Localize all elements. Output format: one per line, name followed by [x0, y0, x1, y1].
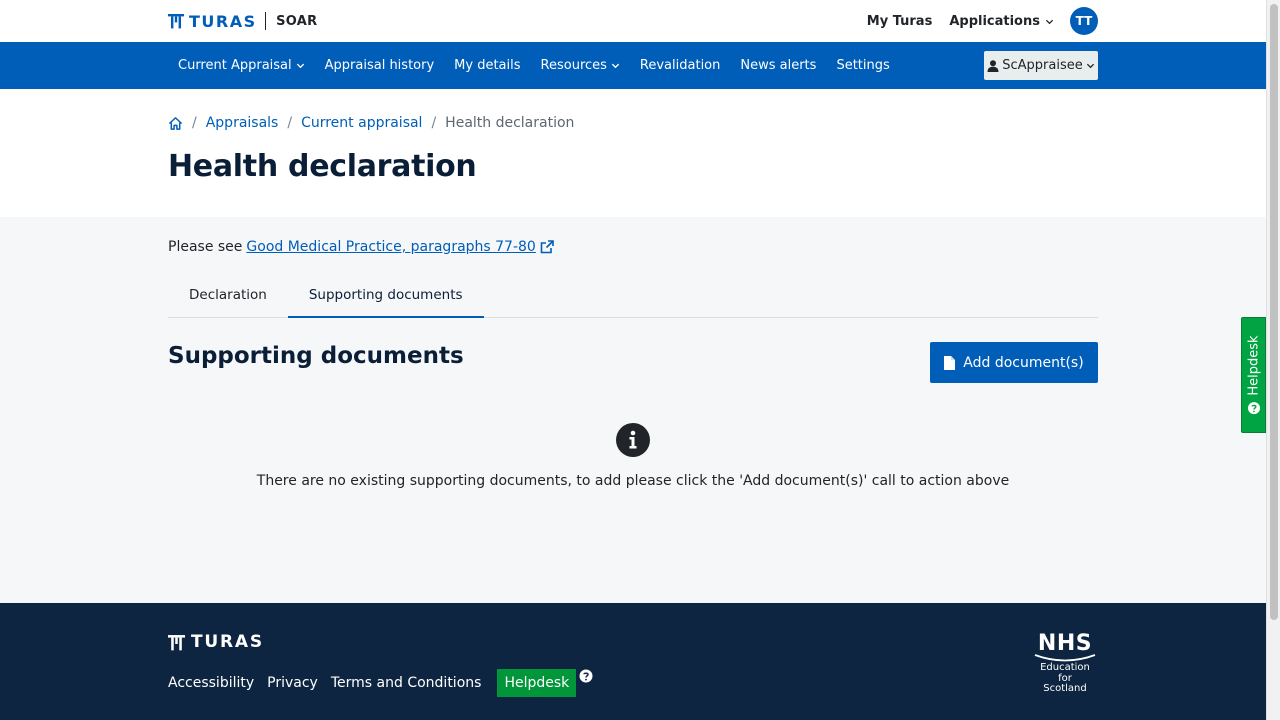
- nhs-subtitle-line: Scotland: [1043, 683, 1087, 694]
- turas-mark-icon: [168, 14, 184, 29]
- applications-menu[interactable]: Applications: [949, 14, 1054, 29]
- main-content: Please see Good Medical Practice, paragr…: [0, 217, 1266, 603]
- nhs-education-scotland-logo: NHS Education for Scotland: [1032, 632, 1098, 695]
- home-icon[interactable]: [168, 116, 183, 131]
- page-title: Health declaration: [168, 149, 477, 184]
- empty-state-message: There are no existing supporting documen…: [256, 473, 1010, 489]
- footer-links: Accessibility Privacy Terms and Conditio…: [168, 669, 593, 697]
- product-name: SOAR: [276, 13, 318, 29]
- add-documents-button[interactable]: Add document(s): [930, 342, 1098, 383]
- nav-item-label: Settings: [836, 58, 890, 73]
- page-header: / Appraisals / Current appraisal / Healt…: [0, 89, 1266, 217]
- tab-bar: Declaration Supporting documents: [168, 277, 1098, 318]
- info-icon: [616, 423, 650, 457]
- breadcrumb-separator: /: [192, 115, 197, 131]
- top-links: My Turas Applications TT: [850, 7, 1098, 35]
- footer-link-accessibility[interactable]: Accessibility: [168, 675, 254, 691]
- breadcrumb: / Appraisals / Current appraisal / Healt…: [168, 115, 574, 131]
- chevron-down-icon: [1045, 19, 1054, 24]
- nav-item-label: Appraisal history: [324, 58, 435, 73]
- page-scrollbar[interactable]: [1266, 0, 1280, 720]
- footer-helpdesk-button[interactable]: Helpdesk: [497, 669, 577, 697]
- breadcrumb-appraisals[interactable]: Appraisals: [206, 115, 279, 131]
- nav-item-label: Current Appraisal: [178, 58, 292, 73]
- logo-divider: [264, 12, 267, 30]
- turas-mark-icon: [168, 634, 185, 650]
- footer-link-terms[interactable]: Terms and Conditions: [331, 675, 482, 691]
- my-turas-label: My Turas: [866, 13, 933, 29]
- breadcrumb-separator: /: [287, 115, 293, 131]
- chevron-down-icon: [611, 63, 620, 69]
- nav-item-label: Revalidation: [639, 58, 721, 73]
- add-documents-label: Add document(s): [963, 354, 1084, 371]
- guidance-line: Please see Good Medical Practice, paragr…: [168, 239, 554, 255]
- footer-brand-name: TURAS: [191, 632, 264, 652]
- user-menu-button[interactable]: ScAppraisee: [984, 51, 1098, 80]
- applications-label: Applications: [949, 13, 1040, 29]
- chevron-down-icon: [296, 63, 304, 69]
- breadcrumb-current: Health declaration: [445, 115, 575, 131]
- main-nav: Current Appraisal Appraisal history My d…: [0, 42, 1266, 89]
- tab-declaration[interactable]: Declaration: [168, 277, 288, 318]
- footer-turas-logo[interactable]: TURAS: [168, 632, 264, 652]
- nav-item-settings[interactable]: Settings: [836, 58, 889, 73]
- brand-name: TURAS: [189, 11, 257, 31]
- turas-logo[interactable]: TURAS SOAR: [168, 11, 317, 31]
- chevron-down-icon: [1086, 63, 1094, 69]
- good-medical-practice-link[interactable]: Good Medical Practice, paragraphs 77-80: [246, 239, 554, 255]
- breadcrumb-current-appraisal[interactable]: Current appraisal: [301, 115, 422, 131]
- breadcrumb-separator: /: [431, 115, 437, 131]
- nav-item-label: My details: [454, 58, 521, 73]
- external-link-icon: [540, 240, 554, 254]
- tab-supporting-documents[interactable]: Supporting documents: [287, 277, 484, 318]
- guidance-link-label: Good Medical Practice, paragraphs 77-80: [246, 239, 536, 255]
- question-icon: [579, 669, 593, 683]
- user-menu-label: ScAppraisee: [1002, 58, 1083, 73]
- scrollbar-thumb[interactable]: [1270, 4, 1278, 620]
- nav-item-appraisal-history[interactable]: Appraisal history: [325, 58, 435, 73]
- nav-item-label: News alerts: [740, 58, 817, 73]
- helpdesk-side-tab[interactable]: Helpdesk: [1241, 317, 1266, 433]
- file-icon: [944, 355, 956, 370]
- nav-item-revalidation[interactable]: Revalidation: [640, 58, 720, 73]
- my-turas-link[interactable]: My Turas: [867, 14, 933, 29]
- nav-item-label: Resources: [540, 58, 607, 73]
- nhs-wordmark: NHS: [1037, 631, 1093, 656]
- nav-item-news-alerts[interactable]: News alerts: [740, 58, 816, 73]
- avatar[interactable]: TT: [1070, 7, 1098, 35]
- user-icon: [987, 59, 999, 72]
- nav-item-resources[interactable]: Resources: [541, 58, 620, 73]
- footer: TURAS Accessibility Privacy Terms and Co…: [0, 603, 1266, 720]
- footer-link-privacy[interactable]: Privacy: [267, 675, 318, 691]
- helpdesk-side-label: Helpdesk: [1246, 335, 1261, 396]
- top-header: TURAS SOAR My Turas Applications TT: [0, 0, 1266, 42]
- section-title: Supporting documents: [168, 343, 464, 369]
- guidance-prefix: Please see: [168, 239, 243, 255]
- nhs-subtitle-line: Education: [1040, 662, 1090, 673]
- nav-item-my-details[interactable]: My details: [454, 58, 520, 73]
- nav-item-current-appraisal[interactable]: Current Appraisal: [168, 58, 305, 73]
- question-icon: [1247, 402, 1260, 415]
